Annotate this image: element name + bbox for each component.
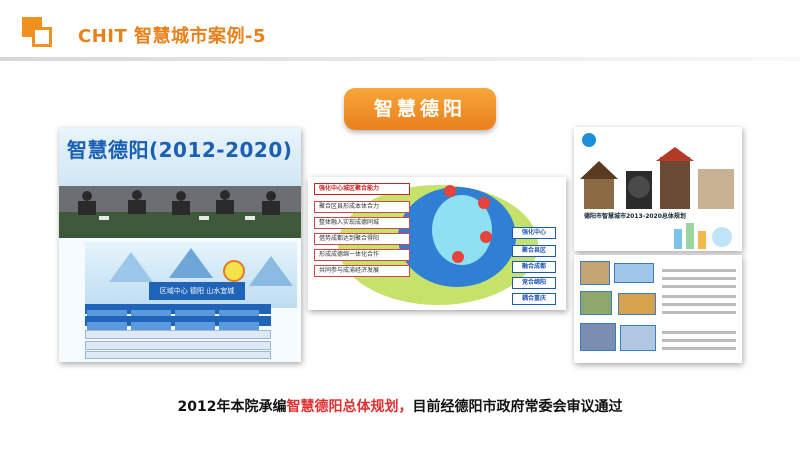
framework-diagram: 强化中心城区聚合能力 聚合区县形成本体合力 整体融入实现成德同城 借势成都达到聚… [308, 177, 566, 310]
layer-photo [618, 293, 656, 315]
node-dot [444, 185, 456, 197]
framework-right-item: 强化中心 [512, 227, 556, 239]
framework-left-item: 借势成都达到聚合得阳 [314, 233, 410, 245]
base-bar [85, 330, 271, 339]
tier-row [85, 316, 271, 330]
plan-cover: 德阳市智慧城市2013-2020总体规划 [574, 127, 742, 251]
slide-caption: 2012年本院承编智慧德阳总体规划，目前经德阳市政府常委会审议通过 [0, 396, 800, 416]
base-bar [85, 341, 271, 350]
layer-photo [580, 291, 612, 315]
caption-lead: 2012年本院承编 [177, 399, 287, 415]
text-line [662, 331, 736, 334]
speakers-graphic [78, 190, 280, 220]
text-line [662, 339, 736, 342]
center-hall: 区域中心 德阳 山水宜城 [149, 282, 245, 300]
page-title: CHIT 智慧城市案例-5 [78, 26, 267, 47]
header-divider [0, 57, 800, 61]
framework-left-item: 聚合区县形成本体合力 [314, 201, 410, 213]
framework-left-item: 整体融入实现成德同城 [314, 217, 410, 229]
framework-right-item: 融合成都 [512, 261, 556, 273]
tower-shape [169, 248, 213, 278]
logo-square-outline [32, 27, 52, 47]
text-line [662, 295, 736, 298]
tier-row [85, 304, 271, 318]
framework-right-item: 竞合绵阳 [512, 277, 556, 289]
structure-diagram: 区域中心 德阳 山水宜城 [59, 238, 301, 362]
text-line [662, 347, 736, 350]
text-line [662, 277, 736, 280]
layer-diagram [574, 255, 742, 363]
text-line [662, 269, 736, 272]
text-line [662, 311, 736, 314]
layer-photo [620, 325, 656, 351]
decor-buildings-graphic [674, 223, 732, 249]
layer-photo [580, 323, 616, 351]
base-bar [85, 351, 271, 359]
emblem-icon [223, 260, 245, 282]
institute-logo-icon [582, 133, 596, 147]
framework-left-item: 共同参与成渝经济发展 [314, 265, 410, 277]
text-line [662, 285, 736, 288]
building-shape [249, 256, 293, 286]
caption-highlight: 智慧德阳总体规划， [286, 399, 413, 415]
cover-title: 智慧德阳(2012-2020) [67, 138, 293, 162]
pagoda-shape [109, 252, 153, 282]
framework-top-label: 强化中心城区聚合能力 [314, 183, 410, 195]
caption-tail: 目前经德阳市政府常委会审议通过 [412, 399, 623, 415]
framework-right-item: 耦合重庆 [512, 293, 556, 305]
node-dot [478, 197, 490, 209]
layer-photo [580, 261, 610, 285]
node-dot [452, 251, 464, 263]
node-dot [480, 231, 492, 243]
section-badge: 智慧德阳 [344, 88, 496, 130]
framework-right-item: 聚合县区 [512, 245, 556, 257]
layer-block [614, 263, 654, 283]
framework-left-item: 形成成德绵一体化合作 [314, 249, 410, 261]
city-skyline-graphic [580, 147, 734, 209]
cover-photo: 智慧德阳(2012-2020) [59, 128, 301, 238]
text-line [662, 303, 736, 306]
